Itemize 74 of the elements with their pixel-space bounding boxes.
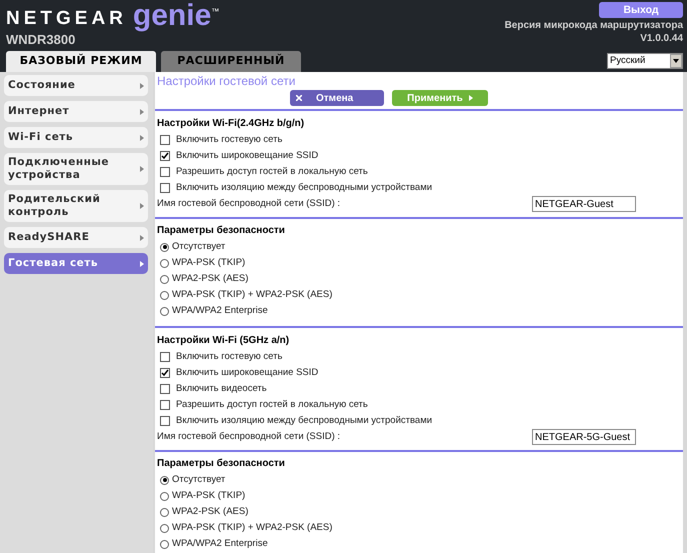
product-logo: genie (132, 1, 212, 31)
checkbox[interactable] (160, 151, 170, 161)
radio-button[interactable] (160, 492, 169, 500)
radio-button[interactable] (160, 476, 169, 484)
firmware-label: Версия микрокода маршрутизатора (504, 19, 683, 32)
checkbox-label: Включить видеосеть (176, 382, 267, 396)
checkbox-label: Включить гостевую сеть (176, 132, 282, 147)
radio-label: WPA-PSK (TKIP) (172, 256, 246, 270)
section-heading: Параметры безопасности (156, 457, 286, 471)
checkbox[interactable] (160, 135, 170, 145)
cancel-button[interactable]: Отмена (290, 90, 384, 106)
arrow-icon (140, 166, 144, 172)
radio-label: WPA2-PSK (AES) (172, 272, 248, 286)
close-icon (296, 95, 302, 101)
checkbox[interactable] (160, 384, 170, 394)
radio-button[interactable] (160, 524, 169, 532)
sidebar-item[interactable]: Родительский контроль (4, 190, 148, 222)
radio-button[interactable] (160, 258, 169, 268)
trademark: ™ (211, 8, 220, 16)
radio-button[interactable] (160, 242, 169, 252)
checkbox[interactable] (160, 400, 170, 410)
sidebar-item[interactable]: Гостевая сеть (4, 253, 148, 274)
section-heading: Настройки Wi-Fi(2.4GHz b/g/n) (156, 117, 306, 131)
checkbox[interactable] (160, 183, 170, 193)
checkbox[interactable] (160, 416, 170, 426)
ssid-label: Имя гостевой беспроводной сети (SSID) : (157, 196, 340, 211)
arrow-icon (140, 260, 144, 266)
radio-button[interactable] (160, 540, 169, 548)
sidebar-item[interactable]: Интернет (4, 101, 148, 122)
radio-label: WPA-PSK (TKIP) + WPA2-PSK (AES) (172, 520, 332, 535)
radio-label: WPA-PSK (TKIP) + WPA2-PSK (AES) (172, 288, 332, 302)
radio-button[interactable] (160, 306, 169, 316)
sidebar-item[interactable]: Состояние (4, 75, 148, 96)
model-name: WNDR3800 (6, 32, 76, 47)
ssid-label: Имя гостевой беспроводной сети (SSID) : (157, 430, 340, 444)
checkbox-label: Включить широковещание SSID (176, 148, 318, 163)
mode-tab[interactable]: РАСШИРЕННЫЙ (161, 51, 301, 72)
arrow-icon (140, 234, 144, 240)
section-heading: Параметры безопасности (156, 224, 286, 238)
radio-button[interactable] (160, 274, 169, 284)
checkbox-label: Включить изоляцию между беспроводными устройствами (176, 414, 432, 428)
arrow-icon (468, 95, 473, 101)
ssid-field[interactable]: NETGEAR-Guest (532, 196, 636, 212)
radio-button[interactable] (160, 508, 169, 516)
checkbox-label: Включить гостевую сеть (176, 350, 282, 364)
checkbox-label: Разрешить доступ гостей в локальную сеть (176, 398, 368, 412)
ssid-field[interactable]: NETGEAR-5G-Guest (532, 429, 636, 445)
radio-button[interactable] (160, 290, 169, 300)
section-heading: Настройки Wi-Fi (5GHz a/n) (156, 334, 290, 348)
sidebar-item[interactable]: Wi-Fi сеть (4, 127, 148, 148)
brand-logo: NETGEAR (6, 9, 127, 28)
checkbox-label: Включить изоляцию между беспроводными устройствами (176, 180, 432, 195)
checkbox-label: Включить широковещание SSID (176, 366, 318, 380)
radio-label: WPA-PSK (TKIP) (172, 488, 246, 503)
checkbox[interactable] (160, 352, 170, 362)
page-title: Настройки гостевой сети (156, 73, 296, 89)
sidebar-item[interactable]: Подключенные устройства (4, 153, 148, 185)
firmware-version: V1.0.0.44 (640, 32, 683, 45)
language-select[interactable]: Русский (607, 53, 683, 69)
checkbox-label: Разрешить доступ гостей в локальную сеть (176, 164, 368, 179)
arrow-icon (140, 203, 144, 209)
checkbox[interactable] (160, 368, 170, 378)
checkbox[interactable] (160, 167, 170, 177)
sidebar-item[interactable]: ReadySHARE (4, 227, 148, 248)
radio-label: Отсутствует (172, 472, 226, 487)
arrow-icon (140, 134, 144, 140)
radio-label: WPA/WPA2 Enterprise (172, 304, 268, 318)
arrow-icon (140, 108, 144, 114)
radio-label: WPA2-PSK (AES) (172, 504, 248, 519)
dropdown-arrow-icon (673, 59, 679, 63)
arrow-icon (140, 82, 144, 88)
radio-label: Отсутствует (172, 240, 226, 254)
mode-tab[interactable]: БАЗОВЫЙ РЕЖИМ (6, 51, 156, 72)
radio-label: WPA/WPA2 Enterprise (172, 536, 268, 551)
